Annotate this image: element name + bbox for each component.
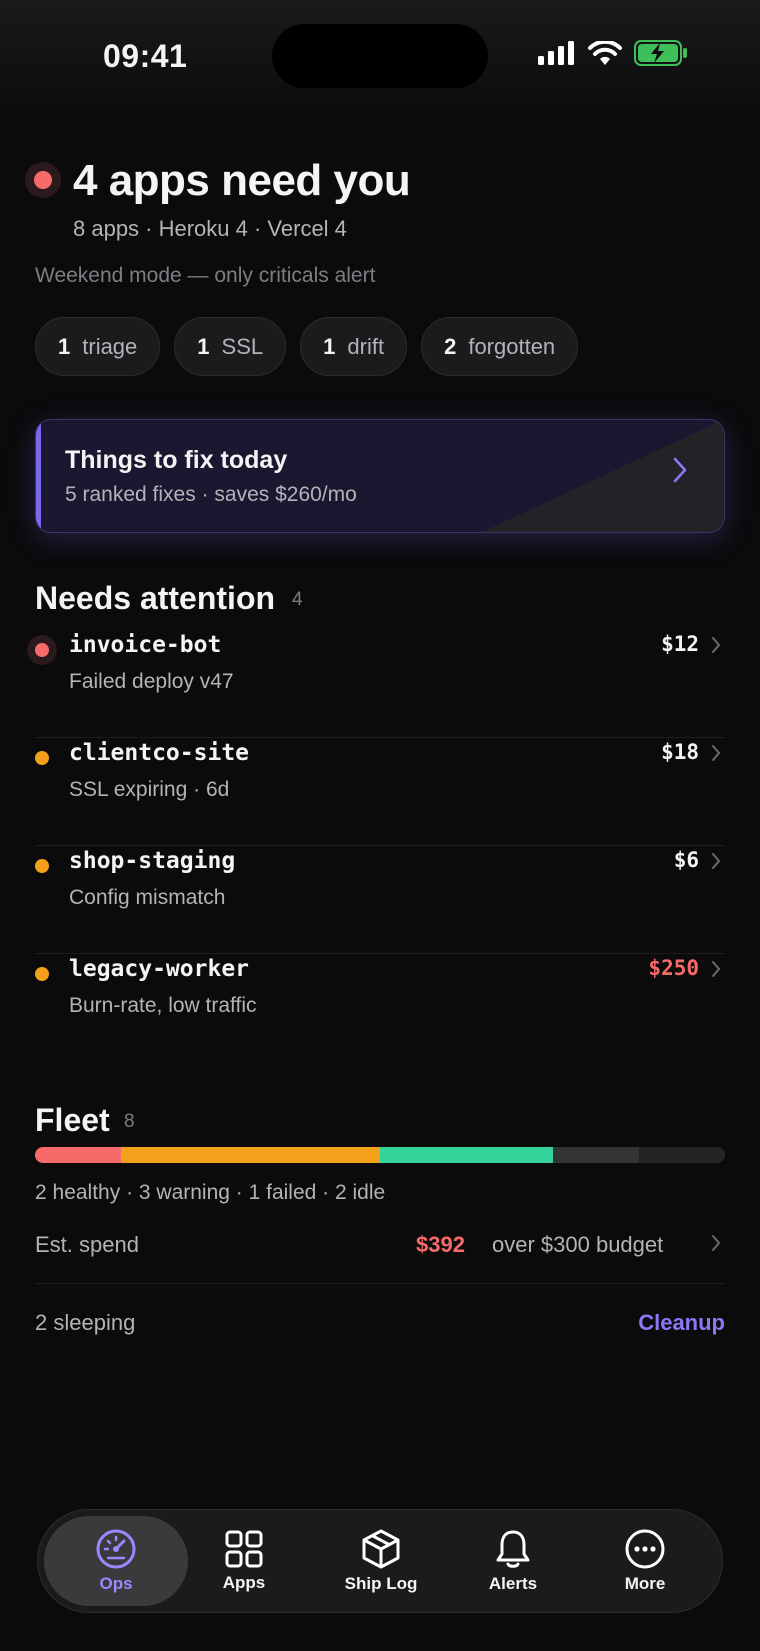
chip-count: 1	[323, 333, 336, 359]
tab-ops[interactable]: Ops	[44, 1516, 188, 1606]
chevron-right-icon	[712, 853, 721, 869]
chip-ssl[interactable]: 1 SSL	[174, 317, 287, 376]
bell-icon	[496, 1530, 530, 1568]
chevron-right-icon	[712, 745, 721, 761]
tab-ship-log[interactable]: Ship Log	[309, 1516, 453, 1606]
page-subtitle: 8 apps · Heroku 4 · Vercel 4	[73, 216, 347, 241]
budget-note: over $300 budget	[492, 1232, 664, 1257]
fleet-segment-idle	[552, 1147, 639, 1163]
status-time: 09:41	[103, 38, 188, 74]
attention-list: invoice-bot Failed deploy v47 $12 client…	[27, 630, 725, 1062]
card-accent-bar	[36, 420, 41, 532]
fleet-segment-healthy	[380, 1147, 553, 1163]
fleet-segment-failed	[35, 1147, 122, 1163]
critical-status-indicator	[25, 162, 61, 198]
app-name: clientco-site	[69, 740, 250, 766]
tab-more[interactable]: More	[573, 1516, 717, 1606]
app-name: shop-staging	[69, 848, 236, 874]
critical-status-dot	[27, 635, 57, 665]
chevron-right-icon	[712, 637, 721, 653]
fleet-count: 8	[124, 1111, 135, 1132]
needs-attention-title: Needs attention	[35, 580, 276, 616]
chip-label: drift	[347, 333, 385, 359]
wifi-icon	[588, 41, 622, 65]
warning-status-dot	[35, 751, 49, 765]
needs-attention-count: 4	[292, 589, 303, 610]
app-issue: Failed deploy v47	[69, 670, 234, 693]
battery-charging-icon	[634, 40, 687, 66]
est-spend-row[interactable]: Est. spend $392 over $300 budget	[35, 1222, 725, 1284]
status-dot	[34, 171, 52, 189]
app-name: legacy-worker	[69, 956, 250, 982]
app-cost: $6	[673, 848, 699, 872]
sleeping-label: 2 sleeping	[35, 1310, 136, 1335]
list-item[interactable]: invoice-bot Failed deploy v47 $12	[27, 630, 725, 738]
tab-label: Ops	[99, 1574, 133, 1593]
chip-count: 1	[197, 333, 210, 359]
ellipsis-circle-icon	[625, 1529, 665, 1569]
chip-forgotten[interactable]: 2 forgotten	[421, 317, 579, 376]
warning-status-dot	[35, 967, 49, 981]
cellular-signal-icon	[538, 41, 574, 65]
chip-label: triage	[82, 333, 138, 359]
weekend-mode-note: Weekend mode — only criticals alert	[35, 264, 376, 287]
app-cost: $12	[661, 632, 699, 656]
list-item[interactable]: legacy-worker Burn-rate, low traffic $25…	[35, 954, 725, 1062]
app-issue: Burn-rate, low traffic	[69, 994, 257, 1017]
list-item[interactable]: clientco-site SSL expiring · 6d $18	[35, 738, 725, 846]
things-to-fix-card[interactable]: Things to fix today 5 ranked fixes · sav…	[35, 419, 725, 533]
spend-value: $392	[416, 1232, 465, 1257]
app-cost: $18	[661, 740, 699, 764]
filter-chips: 1 triage 1 SSL 1 drift 2 forgotten	[35, 317, 579, 376]
fix-card-title: Things to fix today	[65, 446, 288, 474]
fleet-segment-idle	[638, 1147, 725, 1163]
tab-label: Apps	[222, 1573, 266, 1592]
chip-label: SSL	[221, 333, 264, 359]
tab-alerts[interactable]: Alerts	[441, 1516, 585, 1606]
chevron-right-icon	[712, 1235, 721, 1251]
chip-triage[interactable]: 1 triage	[35, 317, 161, 376]
warning-status-dot	[35, 859, 49, 873]
spend-label: Est. spend	[35, 1232, 139, 1257]
fleet-legend: 2 healthy · 3 warning · 1 failed · 2 idl…	[35, 1181, 386, 1204]
chip-drift[interactable]: 1 drift	[300, 317, 408, 376]
tab-apps[interactable]: Apps	[172, 1516, 316, 1606]
tab-label: Ship Log	[344, 1574, 418, 1593]
tab-bar: Ops Apps Ship Log Alerts More	[37, 1509, 723, 1613]
cleanup-button[interactable]: Cleanup	[638, 1310, 725, 1336]
fleet-segment-warning	[121, 1147, 380, 1163]
card-decoration	[484, 420, 724, 532]
page-title: 4 apps need you	[73, 156, 411, 205]
list-item[interactable]: shop-staging Config mismatch $6	[35, 846, 725, 954]
tab-label: More	[624, 1574, 666, 1593]
app-issue: Config mismatch	[69, 886, 226, 909]
chip-count: 1	[58, 333, 71, 359]
dynamic-island	[272, 24, 488, 88]
fleet-title: Fleet	[35, 1102, 110, 1138]
gauge-icon	[96, 1529, 136, 1569]
chevron-right-icon	[673, 457, 687, 483]
app-issue: SSL expiring · 6d	[69, 778, 230, 801]
status-bar: 09:41	[0, 0, 760, 120]
app-name: invoice-bot	[69, 632, 222, 658]
fix-card-subtitle: 5 ranked fixes · saves $260/mo	[65, 483, 357, 506]
fleet-status-bar	[35, 1147, 725, 1163]
status-icons	[538, 40, 688, 66]
chevron-right-icon	[712, 961, 721, 977]
tab-label: Alerts	[488, 1574, 538, 1593]
chip-label: forgotten	[468, 333, 556, 359]
chip-count: 2	[444, 333, 457, 359]
package-icon	[362, 1529, 400, 1569]
grid-icon	[225, 1530, 263, 1568]
app-cost: $250	[648, 956, 699, 980]
